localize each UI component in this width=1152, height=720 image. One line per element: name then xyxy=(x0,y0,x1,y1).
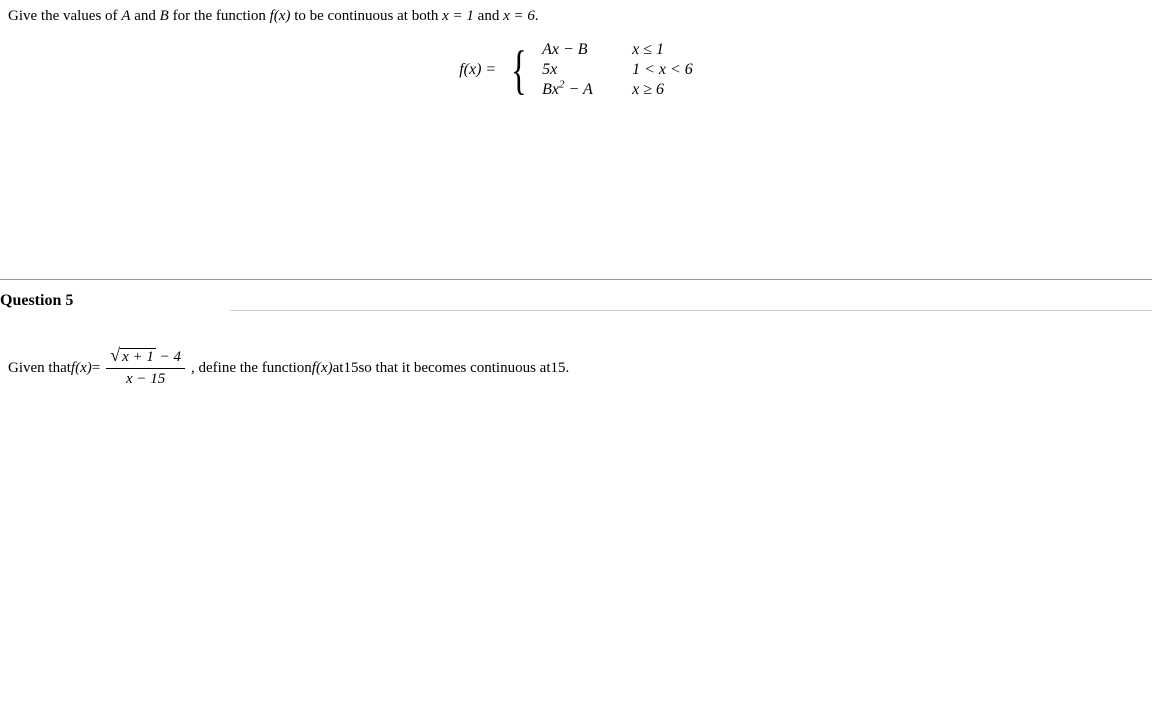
q4-text: and xyxy=(130,8,159,24)
expr-part: Bx xyxy=(542,81,559,98)
piece-cond: x ≥ 6 xyxy=(632,81,664,99)
q4-period: . xyxy=(535,8,539,24)
fx-label: f(x) = xyxy=(459,61,496,79)
sqrt-icon: √ xyxy=(110,348,120,362)
q5-fx: f(x) xyxy=(71,360,92,377)
q5-text: , define the function xyxy=(191,360,312,377)
sqrt: √ x + 1 xyxy=(110,348,156,365)
q5-fx2: f(x) xyxy=(312,360,333,377)
q5-text: at xyxy=(333,360,344,377)
num-tail: − 4 xyxy=(156,349,181,365)
q4-fx: f(x) xyxy=(270,8,291,24)
q4-prompt: Give the values of A and B for the funct… xyxy=(8,8,1144,25)
q5-prompt: Given that f(x) = √ x + 1 − 4 x − 15 , d… xyxy=(0,318,1152,388)
q4-text: to be continuous at both xyxy=(290,8,442,24)
header-line xyxy=(230,310,1152,311)
piecewise-row: Ax − B x ≤ 1 xyxy=(542,41,693,59)
question-4: Give the values of A and B for the funct… xyxy=(0,0,1152,99)
piecewise-rows: Ax − B x ≤ 1 5x 1 < x < 6 Bx2 − A x ≥ 6 xyxy=(542,41,693,99)
q4-text: and xyxy=(474,8,503,24)
sqrt-arg: x + 1 xyxy=(120,348,156,365)
q4-cond2: x = 6 xyxy=(503,8,535,24)
piecewise-row: 5x 1 < x < 6 xyxy=(542,61,693,79)
question-5: Question 5 Given that f(x) = √ x + 1 − 4… xyxy=(0,280,1152,388)
piece-cond: x ≤ 1 xyxy=(632,41,664,59)
fraction-numerator: √ x + 1 − 4 xyxy=(106,348,185,369)
q5-val: 15 xyxy=(343,360,358,377)
q4-text: Give the values of xyxy=(8,8,121,24)
fraction: √ x + 1 − 4 x − 15 xyxy=(106,348,185,388)
expr-part: − A xyxy=(564,81,592,98)
piecewise-function: f(x) = { Ax − B x ≤ 1 5x 1 < x < 6 Bx2 −… xyxy=(8,41,1144,99)
piece-cond: 1 < x < 6 xyxy=(632,61,693,79)
spacer xyxy=(0,129,1152,279)
q4-cond1: x = 1 xyxy=(442,8,474,24)
q5-text: Given that xyxy=(8,360,71,377)
fraction-denominator: x − 15 xyxy=(122,369,169,388)
piece-expr: Ax − B xyxy=(542,41,632,59)
piece-expr: Bx2 − A xyxy=(542,81,632,99)
piecewise-row: Bx2 − A x ≥ 6 xyxy=(542,81,693,99)
q4-varB: B xyxy=(160,8,169,24)
question-5-header: Question 5 xyxy=(0,280,230,318)
left-brace-icon: { xyxy=(511,43,527,97)
q5-eq: = xyxy=(92,360,100,377)
q5-text: so that it becomes continuous at xyxy=(358,360,550,377)
q4-text: for the function xyxy=(169,8,270,24)
piece-expr: 5x xyxy=(542,61,632,79)
q5-header-row: Question 5 xyxy=(0,280,1152,318)
q5-period: . xyxy=(566,360,570,377)
q5-val2: 15 xyxy=(551,360,566,377)
